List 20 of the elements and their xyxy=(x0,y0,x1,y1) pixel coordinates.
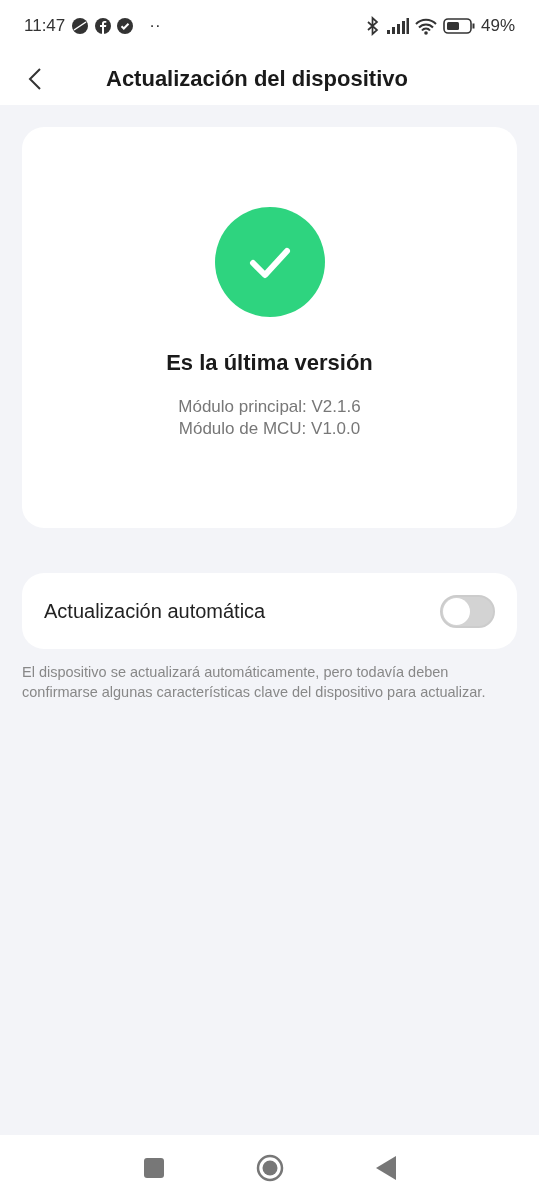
home-button[interactable] xyxy=(255,1153,284,1182)
version-text: Módulo principal: V2.1.6 xyxy=(178,396,361,418)
version-text: Módulo de MCU: V1.0.0 xyxy=(178,418,361,440)
status-title: Es la última versión xyxy=(166,350,373,376)
toggle-switch[interactable] xyxy=(440,594,495,628)
signal-icon xyxy=(386,18,409,34)
more-notifications: ·· xyxy=(149,16,161,36)
battery-icon xyxy=(442,18,475,34)
footnote-text: El dispositivo se actualizará automáticamente, pero todavía deben confirmarse algunas características clave del dispositivo para actualizar. xyxy=(22,663,487,702)
page-title: Actualización del dispositivo xyxy=(106,65,408,92)
facebook-icon xyxy=(95,18,112,34)
wifi-icon xyxy=(414,17,437,35)
status-time: 11:47 xyxy=(24,16,66,36)
check-circle-icon xyxy=(117,18,134,34)
recents-button[interactable] xyxy=(143,1157,164,1178)
setting-label: Actualización automática xyxy=(44,599,266,623)
back-nav-button[interactable] xyxy=(375,1155,396,1180)
app-notification-icon xyxy=(71,17,90,35)
check-circle-icon xyxy=(214,207,325,317)
battery-percentage: 49% xyxy=(480,16,515,36)
